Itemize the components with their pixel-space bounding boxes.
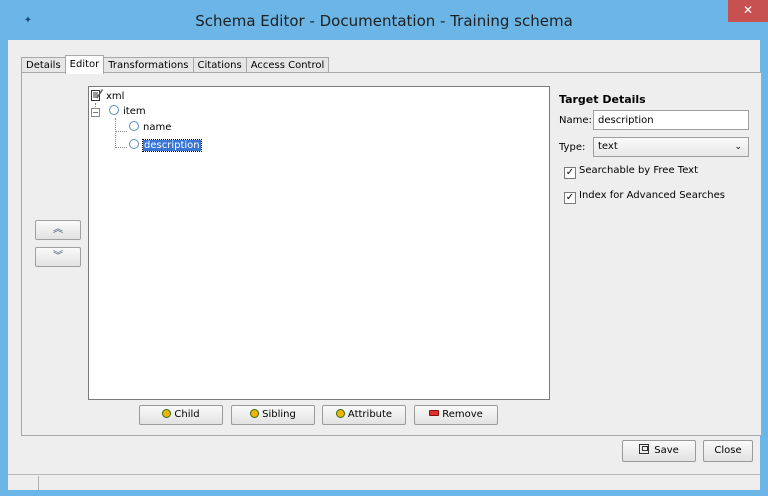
add-icon [162, 409, 172, 418]
add-icon [250, 409, 260, 418]
window-title: Schema Editor - Documentation - Training… [195, 12, 573, 30]
index-label: Index for Advanced Searches [579, 190, 725, 201]
name-label: Name: [559, 115, 592, 126]
tree-node-label: item [123, 106, 146, 117]
type-select[interactable]: text ⌄ [593, 137, 749, 157]
tree-node-label: name [143, 122, 172, 133]
type-select-value: text [598, 141, 618, 152]
tree-node-name[interactable]: name [129, 121, 171, 135]
floppy-disk-icon [639, 444, 650, 454]
name-input[interactable] [593, 110, 749, 130]
tree-connector [115, 118, 116, 148]
move-up-button[interactable]: ︽ [35, 220, 81, 240]
tab-editor[interactable]: Editor [64, 55, 105, 74]
status-bar-divider [38, 476, 39, 490]
save-button[interactable]: Save [622, 440, 696, 462]
tree-node-label-selected: description [142, 139, 202, 152]
add-attribute-button[interactable]: Attribute [322, 405, 406, 425]
tab-strip: Details Editor Transformations Citations… [21, 55, 330, 75]
searchable-checkbox[interactable]: ✓ [564, 167, 576, 179]
move-down-button[interactable]: ︾ [35, 247, 81, 267]
element-node-icon [129, 139, 139, 149]
tree-connector [115, 131, 127, 132]
element-node-icon [129, 121, 139, 131]
tree-node-description[interactable]: description [129, 139, 202, 153]
tree-node-item[interactable]: item [109, 105, 146, 119]
save-label: Save [654, 445, 679, 456]
element-node-icon [109, 105, 119, 115]
collapse-toggle[interactable]: − [91, 108, 100, 117]
add-child-label: Child [174, 409, 200, 420]
target-details-heading: Target Details [559, 93, 646, 106]
searchable-checkbox-row[interactable]: ✓ Searchable by Free Text [564, 164, 698, 179]
add-sibling-label: Sibling [262, 409, 296, 420]
searchable-label: Searchable by Free Text [579, 165, 699, 176]
window: ✦ Schema Editor - Documentation - Traini… [0, 0, 768, 496]
tree-node-xml[interactable]: xml [91, 89, 124, 103]
close-button[interactable]: Close [703, 440, 753, 462]
remove-label: Remove [442, 409, 483, 420]
close-window-button[interactable]: ✕ [728, 0, 768, 22]
type-label: Type: [559, 142, 586, 153]
add-child-button[interactable]: Child [139, 405, 223, 425]
title-bar[interactable]: ✦ Schema Editor - Documentation - Traini… [0, 0, 768, 40]
add-attribute-label: Attribute [347, 409, 393, 420]
schema-tree[interactable]: xml − item name description [88, 86, 550, 400]
add-sibling-button[interactable]: Sibling [231, 405, 315, 425]
add-icon [335, 409, 345, 418]
tree-node-label: xml [106, 91, 125, 102]
remove-icon [429, 410, 440, 416]
index-checkbox[interactable]: ✓ [564, 192, 576, 204]
chevron-down-icon: ⌄ [734, 142, 742, 152]
status-bar [8, 474, 760, 490]
remove-button[interactable]: Remove [414, 405, 498, 425]
index-checkbox-row[interactable]: ✓ Index for Advanced Searches [564, 189, 725, 204]
tree-connector [115, 147, 127, 148]
xml-document-icon [91, 89, 103, 101]
